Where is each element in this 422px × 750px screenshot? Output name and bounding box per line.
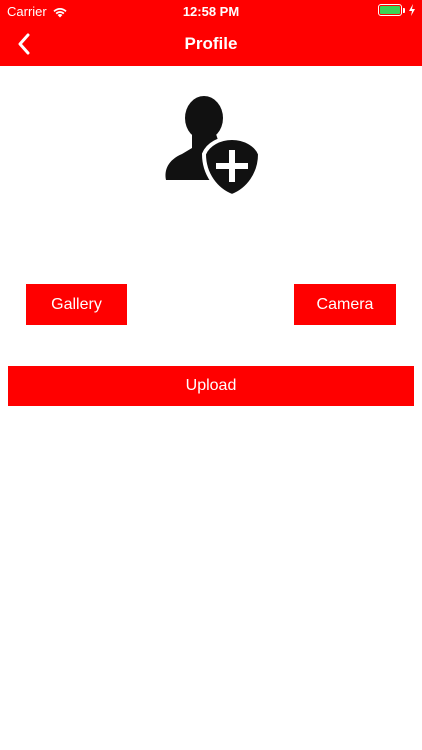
camera-button[interactable]: Camera <box>294 284 396 325</box>
status-time: 12:58 PM <box>182 4 240 19</box>
battery-icon <box>378 4 402 16</box>
navigation-bar: Profile <box>0 22 422 66</box>
status-bar: Carrier 12:58 PM <box>0 0 422 22</box>
battery-group <box>378 4 416 16</box>
avatar[interactable] <box>160 94 264 199</box>
page-title: Profile <box>184 34 238 53</box>
gallery-button[interactable]: Gallery <box>26 284 127 325</box>
battery-tip <box>403 7 405 13</box>
upload-button[interactable]: Upload <box>8 366 414 406</box>
charging-bolt-icon <box>409 4 415 16</box>
header: Carrier 12:58 PM Profile <box>0 0 422 66</box>
battery-level-fill <box>380 6 400 14</box>
add-user-icon <box>165 96 263 199</box>
